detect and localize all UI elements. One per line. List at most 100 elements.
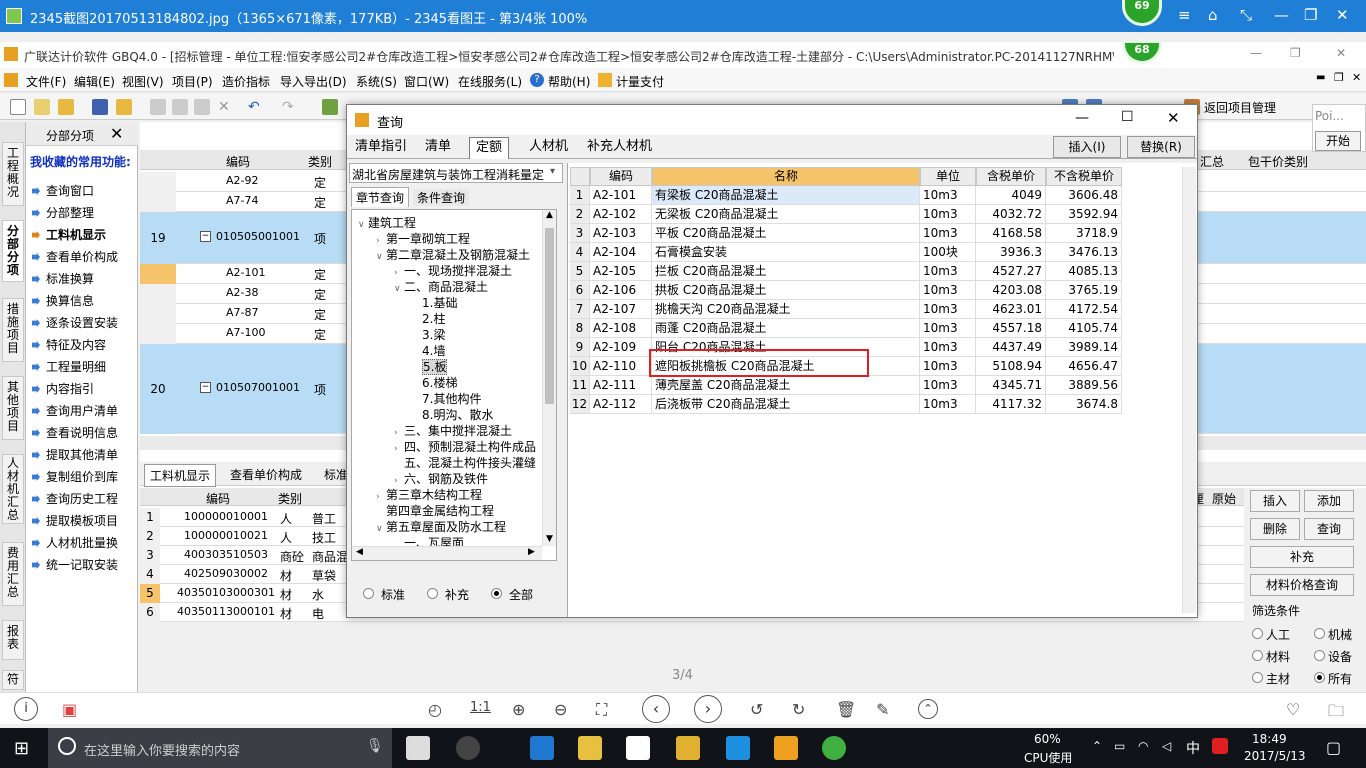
favorite-item[interactable]: 换算信息: [32, 292, 136, 309]
dialog-maximize-icon[interactable]: ☐: [1121, 109, 1134, 125]
tree-node[interactable]: 8.明沟、散水: [412, 406, 493, 423]
expand-right-icon[interactable]: ›: [376, 492, 386, 502]
menu-help[interactable]: 帮助(H): [548, 73, 590, 90]
menu-project[interactable]: 项目(P): [172, 73, 213, 90]
tree-node[interactable]: › 四、预制混凝土构件成品: [394, 438, 536, 455]
edit-icon[interactable]: ✎: [876, 700, 889, 719]
tree-node[interactable]: › 三、集中搅拌混凝土: [394, 422, 512, 439]
mdi-restore-icon[interactable]: ❐: [1334, 71, 1344, 84]
tree-node[interactable]: 五、混凝土构件接头灌缝: [394, 454, 536, 471]
rotate-left-icon[interactable]: ↺: [750, 700, 763, 719]
filter-radio[interactable]: [1314, 672, 1325, 683]
menu-online[interactable]: 在线服务(L): [458, 73, 522, 90]
favorite-item[interactable]: 标准换算: [32, 270, 136, 287]
favorite-item[interactable]: 统一记取安装: [32, 556, 136, 573]
tree-node[interactable]: 第四章金属结构工程: [376, 502, 494, 519]
tab-quota[interactable]: 定额: [469, 137, 510, 159]
return-project-button[interactable]: 返回项目管理: [1204, 99, 1276, 116]
dialog-replace-button[interactable]: 替换(R): [1127, 136, 1195, 158]
undo-icon[interactable]: ↶: [248, 99, 264, 115]
tab-project-overview[interactable]: 工程概况: [2, 142, 24, 206]
menu-window[interactable]: 窗口(W): [404, 73, 449, 90]
expand-right-icon[interactable]: ›: [376, 236, 386, 246]
expand-right-icon[interactable]: ›: [394, 444, 404, 454]
tree-node[interactable]: 3.梁: [412, 326, 445, 343]
tree-node[interactable]: 6.楼梯: [412, 374, 457, 391]
tree-hscroll[interactable]: ◀ ▶: [352, 546, 542, 560]
tree-scroll-thumb[interactable]: [545, 228, 554, 404]
favorite-icon[interactable]: ♡: [1286, 700, 1300, 719]
insert-button[interactable]: 插入: [1250, 490, 1300, 512]
expand-down-icon[interactable]: ∨: [394, 284, 404, 294]
notification-center-icon[interactable]: ▢: [1326, 738, 1341, 757]
tree-node[interactable]: 4.墙: [412, 342, 445, 359]
tab-resources-summary[interactable]: 人材机汇总: [2, 454, 24, 524]
favorite-item[interactable]: 工程量明细: [32, 358, 136, 375]
filter-radio[interactable]: [1314, 628, 1325, 639]
menu-cost-index[interactable]: 造价指标: [222, 73, 270, 90]
cut-icon[interactable]: [150, 99, 166, 115]
network-icon[interactable]: ▭: [1114, 739, 1125, 753]
tab-measures[interactable]: 措施项目: [2, 298, 24, 362]
favorites-close-icon[interactable]: ✕: [110, 124, 123, 143]
sogou-icon[interactable]: [1212, 738, 1228, 754]
tree-node[interactable]: › 一、现场搅拌混凝土: [394, 262, 512, 279]
dialog-close-icon[interactable]: ✕: [1167, 109, 1180, 127]
menu-icon[interactable]: ≡: [1178, 6, 1191, 24]
scroll-right-icon[interactable]: ▶: [528, 547, 535, 557]
expand-down-icon[interactable]: ∨: [376, 524, 386, 534]
favorite-item[interactable]: 查看单价构成: [32, 248, 136, 265]
collapse-node-icon[interactable]: −: [200, 382, 211, 393]
edge-icon[interactable]: [530, 736, 554, 760]
radio-all[interactable]: [491, 588, 502, 599]
material-price-query-button[interactable]: 材料价格查询: [1250, 574, 1354, 596]
new-project-icon[interactable]: [34, 99, 50, 115]
start-button[interactable]: 开始: [1315, 131, 1361, 151]
tree-node[interactable]: 7.其他构件: [412, 390, 481, 407]
quota-row[interactable]: 5 A2-105 拦板 C20商品混凝土 10m3 4527.27 4085.13: [568, 262, 1128, 281]
favorite-item[interactable]: 提取模板项目: [32, 512, 136, 529]
shrink-icon[interactable]: ⤡: [1240, 6, 1252, 24]
delete-button[interactable]: 删除: [1250, 518, 1300, 540]
tab-condition-query[interactable]: 条件查询: [413, 189, 470, 206]
query-button[interactable]: 查询: [1304, 518, 1354, 540]
expand-right-icon[interactable]: ›: [394, 428, 404, 438]
quota-row[interactable]: 3 A2-103 平板 C20商品混凝土 10m3 4168.58 3718.9: [568, 224, 1128, 243]
gift-icon[interactable]: ▣: [62, 700, 77, 719]
tab-sub-items[interactable]: 分部分项: [2, 220, 24, 282]
quota-row[interactable]: 12 A2-112 后浇板带 C20商品混凝土 10m3 4117.32 3674.8: [568, 395, 1128, 414]
bottom-tab-materials[interactable]: 工料机显示: [144, 464, 217, 487]
tree-node[interactable]: ∨ 第二章混凝土及钢筋混凝土: [376, 246, 530, 263]
glodon-icon[interactable]: [774, 736, 798, 760]
collapse-icon[interactable]: ⌃: [918, 699, 938, 719]
quota-row[interactable]: 11 A2-111 薄壳屋盖 C20商品混凝土 10m3 4345.71 3889.56: [568, 376, 1128, 395]
favorites-tab-label[interactable]: 分部分项: [46, 127, 94, 144]
folder-open-icon[interactable]: 🗀: [1328, 700, 1344, 727]
explorer-icon[interactable]: [578, 736, 602, 760]
favorite-item[interactable]: 查询用户清单: [32, 402, 136, 419]
filter-radio[interactable]: [1252, 672, 1263, 683]
favorite-item[interactable]: 逐条设置安装: [32, 314, 136, 331]
redo-icon[interactable]: ↷: [282, 99, 298, 115]
minimize-icon[interactable]: —: [1274, 6, 1289, 24]
quota-row[interactable]: 8 A2-108 雨蓬 C20商品混凝土 10m3 4557.18 4105.74: [568, 319, 1128, 338]
actual-size-button[interactable]: 1:1: [470, 700, 491, 715]
info-icon[interactable]: i: [14, 697, 38, 721]
favorite-item[interactable]: 特征及内容: [32, 336, 136, 353]
quota-row[interactable]: 2 A2-102 无梁板 C20商品混凝土 10m3 4032.72 3592.94: [568, 205, 1128, 224]
zoom-in-icon[interactable]: ⊕: [512, 700, 525, 719]
dialog-minimize-icon[interactable]: —: [1075, 110, 1089, 126]
tree-node[interactable]: ∨ 二、商品混凝土: [394, 278, 488, 295]
zoom-out-icon[interactable]: ⊖: [554, 700, 567, 719]
ime-indicator[interactable]: 中: [1186, 738, 1200, 758]
notification-badge-2[interactable]: 68: [1122, 40, 1162, 64]
filter-radio[interactable]: [1314, 650, 1325, 661]
menu-view[interactable]: 视图(V): [122, 73, 164, 90]
scroll-down-icon[interactable]: ▼: [546, 534, 553, 544]
taskbar-app-icon-3[interactable]: [676, 736, 700, 760]
radio-standard[interactable]: [363, 588, 374, 599]
rotate-view-icon[interactable]: ◴: [428, 700, 442, 719]
menu-file[interactable]: 文件(F): [26, 73, 66, 90]
quota-library-select[interactable]: 湖北省房屋建筑与装饰工程消耗量定 ▾: [349, 163, 563, 183]
quota-row[interactable]: 1 A2-101 有梁板 C20商品混凝土 10m3 4049 3606.48: [568, 186, 1128, 205]
